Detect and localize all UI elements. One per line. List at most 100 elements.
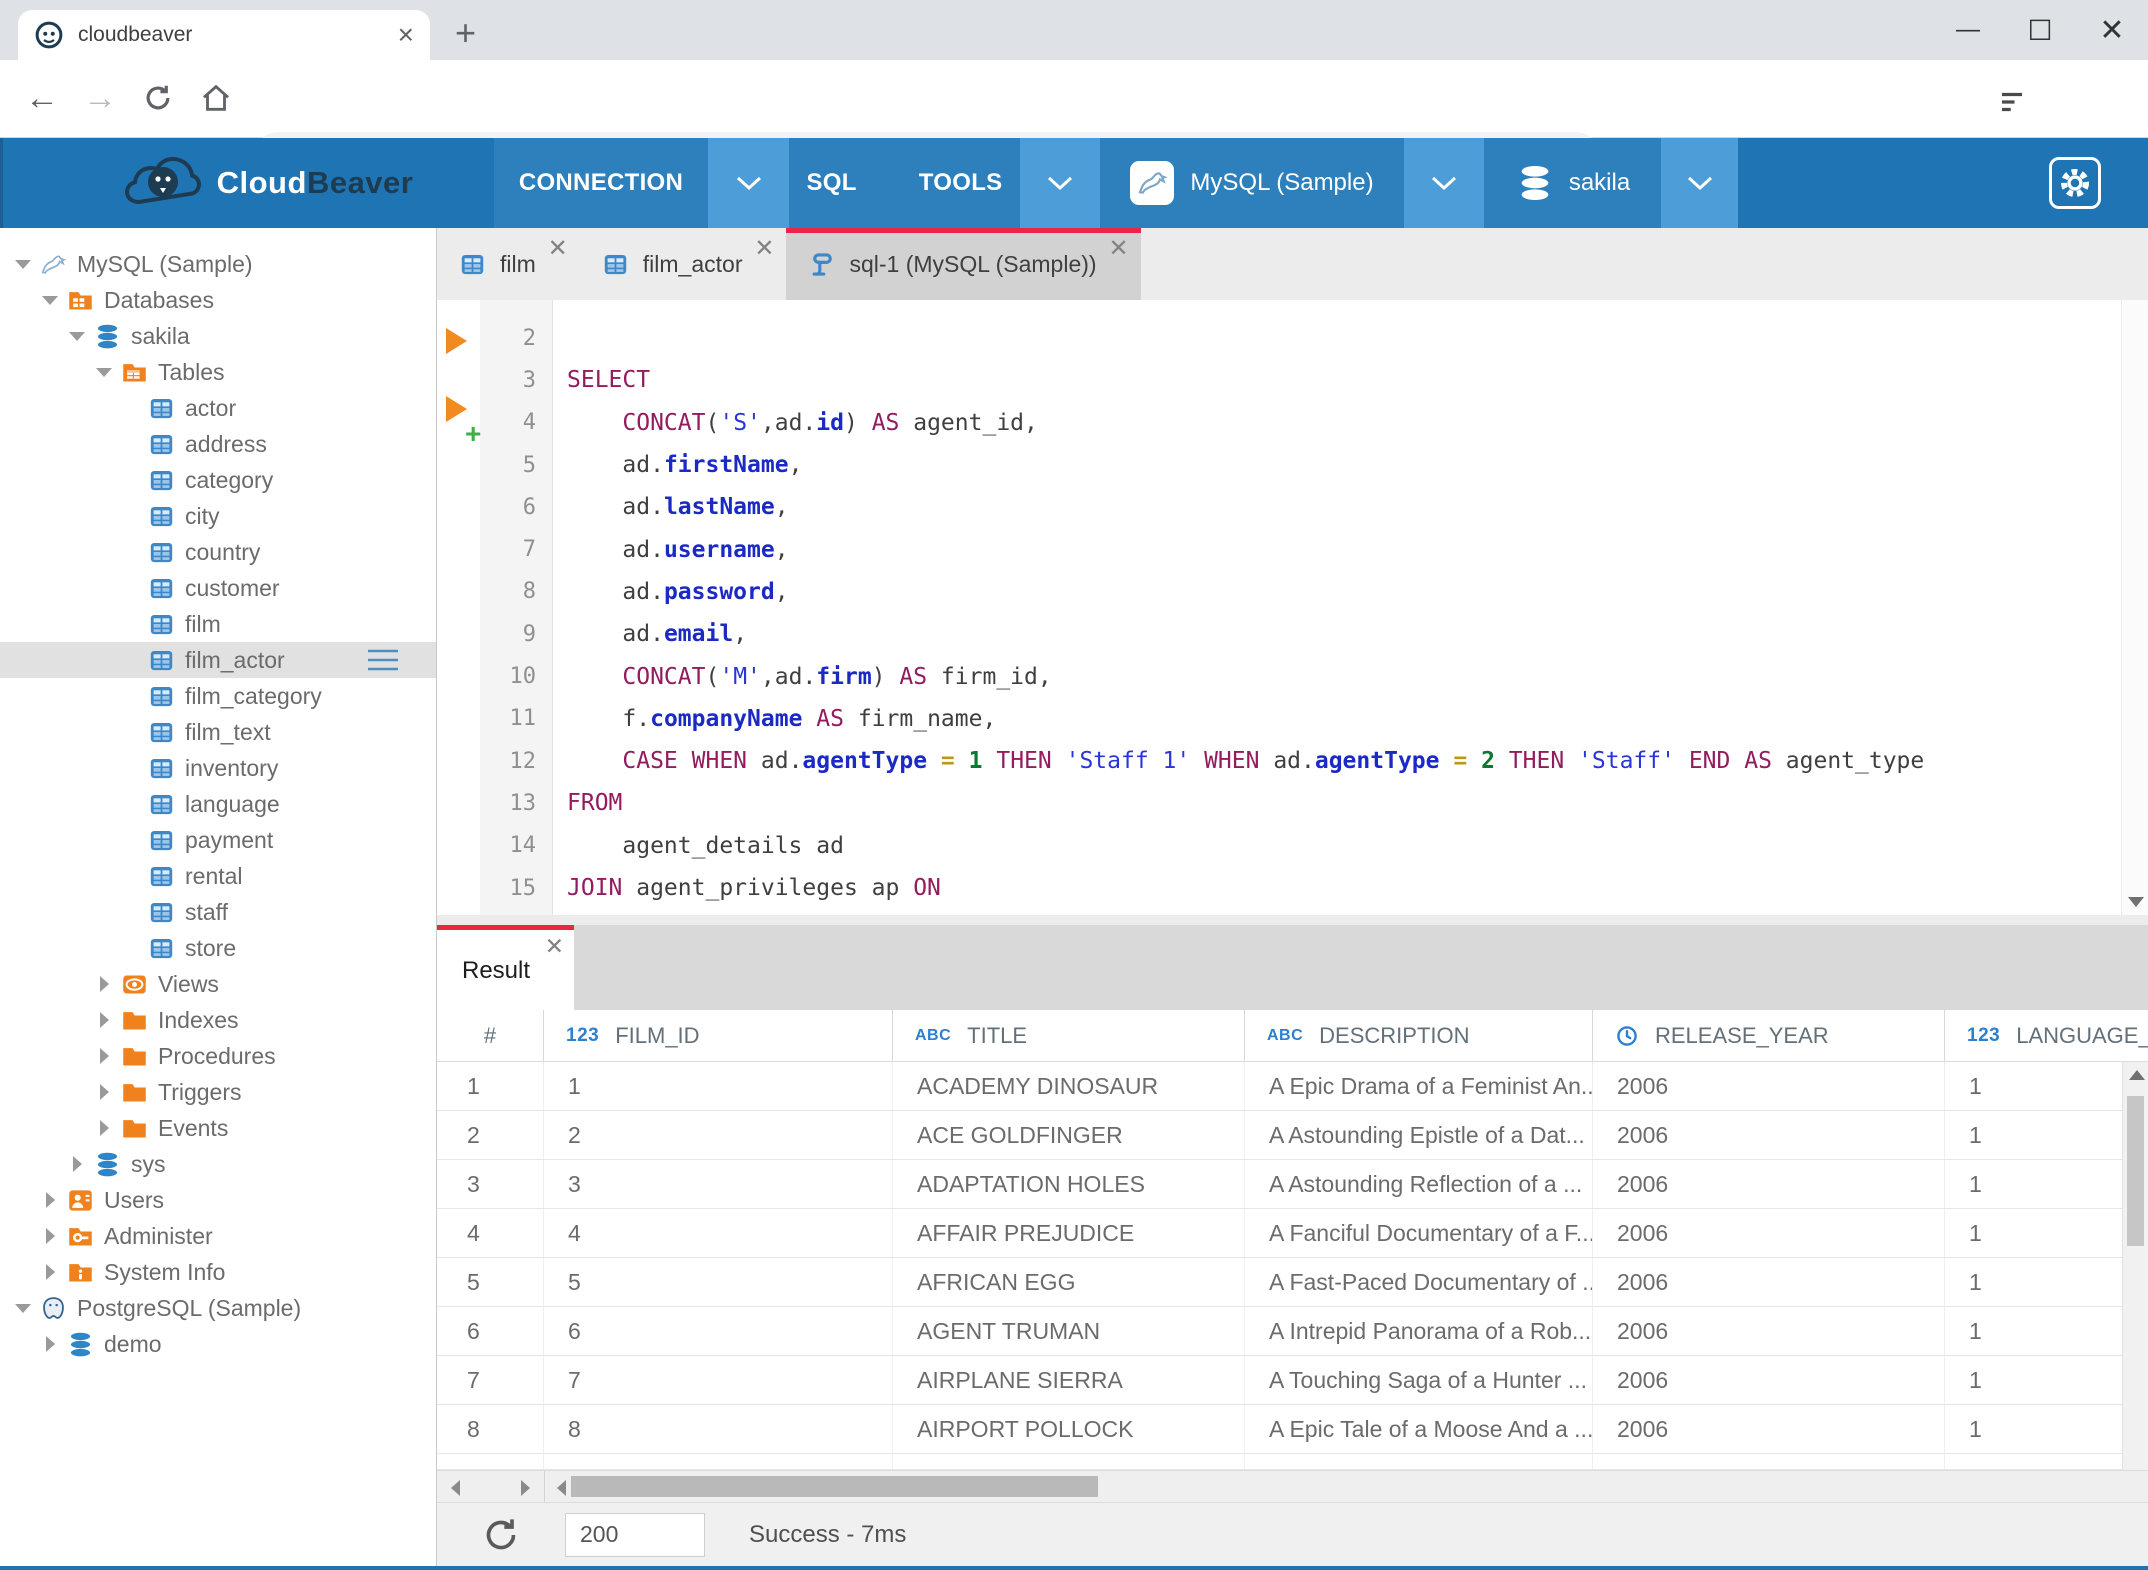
grid-cell[interactable]: 4 <box>437 1209 544 1257</box>
result-tab-close-icon[interactable]: ✕ <box>545 933 564 960</box>
grid-row-1[interactable]: 11ACADEMY DINOSAURA Epic Drama of a Femi… <box>437 1062 2148 1111</box>
tree-item-country[interactable]: country <box>0 534 436 570</box>
code-line-10[interactable]: 10 CONCAT('M',ad.firm) AS firm_id, <box>480 655 2122 697</box>
tree-item-menu-icon[interactable] <box>366 647 400 673</box>
grid-cell[interactable]: 2006 <box>1593 1258 1945 1306</box>
expand-down-icon[interactable] <box>66 332 88 341</box>
expand-right-icon[interactable] <box>39 1192 61 1208</box>
reload-icon[interactable] <box>134 74 182 122</box>
code-line-13[interactable]: 13FROM <box>480 782 2122 824</box>
tree-item-system-info[interactable]: System Info <box>0 1254 436 1290</box>
grid-cell[interactable]: 2 <box>437 1111 544 1159</box>
column-header-language-id[interactable]: 123LANGUAGE_ID <box>1945 1010 2148 1061</box>
grid-cell[interactable]: A Astounding Epistle of a Dat... <box>1245 1111 1593 1159</box>
connection-selector[interactable]: MySQL (Sample) <box>1100 138 1404 228</box>
code-line-7[interactable]: 7 ad.username, <box>480 528 2122 570</box>
code-line-5[interactable]: 5 ad.firstName, <box>480 444 2122 486</box>
expand-right-icon[interactable] <box>39 1228 61 1244</box>
grid-cell[interactable]: 3 <box>437 1160 544 1208</box>
grid-cell[interactable]: 2006 <box>1593 1209 1945 1257</box>
column-header-description[interactable]: ABCDESCRIPTION <box>1245 1010 1593 1061</box>
execute-query-button[interactable] <box>446 328 467 354</box>
grid-cell[interactable]: 1 <box>437 1062 544 1110</box>
tree-item-staff[interactable]: staff <box>0 894 436 930</box>
editor-tab-close-icon[interactable]: ✕ <box>548 234 568 263</box>
tree-item-indexes[interactable]: Indexes <box>0 1002 436 1038</box>
grid-cell[interactable]: 8 <box>437 1405 544 1453</box>
grid-cell[interactable]: 1 <box>1945 1111 2148 1159</box>
code-line-14[interactable]: 14 agent_details ad <box>480 825 2122 867</box>
tree-item-views[interactable]: Views <box>0 966 436 1002</box>
tree-item-address[interactable]: address <box>0 426 436 462</box>
editor-vertical-scrollbar[interactable] <box>2121 300 2148 915</box>
grid-cell[interactable]: 3 <box>544 1160 893 1208</box>
menu-sql[interactable]: SQL <box>807 169 857 197</box>
editor-tab-sql-1-mysql-sample-[interactable]: sql-1 (MySQL (Sample))✕ <box>786 228 1140 300</box>
grid-row-3[interactable]: 33ADAPTATION HOLESA Astounding Reflectio… <box>437 1160 2148 1209</box>
grid-cell[interactable]: 1 <box>1945 1160 2148 1208</box>
tree-item-category[interactable]: category <box>0 462 436 498</box>
grid-cell[interactable]: 2006 <box>1593 1307 1945 1355</box>
editor-tab-film-actor[interactable]: film_actor✕ <box>580 228 787 300</box>
grid-cell[interactable]: AFFAIR PREJUDICE <box>893 1209 1245 1257</box>
menu-connection-dropdown[interactable] <box>708 138 789 228</box>
grid-cell[interactable]: ACADEMY DINOSAUR <box>893 1062 1245 1110</box>
tree-item-procedures[interactable]: Procedures <box>0 1038 436 1074</box>
code-line-15[interactable]: 15JOIN agent_privileges ap ON <box>480 867 2122 909</box>
tree-item-events[interactable]: Events <box>0 1110 436 1146</box>
expand-right-icon[interactable] <box>93 1048 115 1064</box>
menu-tools-dropdown[interactable] <box>1020 138 1100 228</box>
expand-right-icon[interactable] <box>66 1156 88 1172</box>
back-icon[interactable]: ← <box>18 74 66 122</box>
grid-cell[interactable]: 1 <box>1945 1062 2148 1110</box>
expand-down-icon[interactable] <box>12 260 34 269</box>
editor-tab-close-icon[interactable]: ✕ <box>754 234 774 263</box>
grid-cell[interactable]: A Epic Drama of a Feminist An... <box>1245 1062 1593 1110</box>
forward-icon[interactable]: → <box>76 74 124 122</box>
home-icon[interactable] <box>192 74 240 122</box>
editor-tab-close-icon[interactable]: ✕ <box>1108 234 1128 263</box>
tree-item-postgresql-sample-[interactable]: PostgreSQL (Sample) <box>0 1290 436 1326</box>
expand-down-icon[interactable] <box>93 368 115 377</box>
connection-dropdown[interactable] <box>1404 138 1484 228</box>
tree-item-payment[interactable]: payment <box>0 822 436 858</box>
grid-row-7[interactable]: 77AIRPLANE SIERRAA Touching Saga of a Hu… <box>437 1356 2148 1405</box>
scroll-up-arrow-icon[interactable] <box>2129 1070 2145 1080</box>
scroll-down-arrow-icon[interactable] <box>2128 897 2144 907</box>
grid-cell[interactable]: 1 <box>1945 1307 2148 1355</box>
grid-cell[interactable]: 7 <box>437 1356 544 1404</box>
tree-item-tables[interactable]: Tables <box>0 354 436 390</box>
refresh-icon[interactable] <box>481 1515 521 1555</box>
code-line-3[interactable]: 3SELECT <box>480 359 2122 401</box>
editor-tab-film[interactable]: film✕ <box>437 228 580 300</box>
grid-cell[interactable]: 2006 <box>1593 1111 1945 1159</box>
expand-right-icon[interactable] <box>39 1336 61 1352</box>
grid-cell[interactable]: 1 <box>1945 1209 2148 1257</box>
expand-right-icon[interactable] <box>39 1264 61 1280</box>
column-header-film-id[interactable]: 123FILM_ID <box>544 1010 893 1061</box>
code-line-8[interactable]: 8 ad.password, <box>480 571 2122 613</box>
tree-item-customer[interactable]: customer <box>0 570 436 606</box>
execute-new-tab-button[interactable] <box>446 396 467 422</box>
row-limit-input[interactable] <box>565 1513 705 1557</box>
tree-item-triggers[interactable]: Triggers <box>0 1074 436 1110</box>
expand-down-icon[interactable] <box>12 1304 34 1313</box>
expand-right-icon[interactable] <box>93 1012 115 1028</box>
code-line-12[interactable]: 12 CASE WHEN ad.agentType = 1 THEN 'Staf… <box>480 740 2122 782</box>
grid-cell[interactable]: AFRICAN EGG <box>893 1258 1245 1306</box>
column-header-release-year[interactable]: RELEASE_YEAR <box>1593 1010 1945 1061</box>
grid-cell[interactable]: ADAPTATION HOLES <box>893 1160 1245 1208</box>
grid-cell[interactable]: A Fanciful Documentary of a F... <box>1245 1209 1593 1257</box>
tree-item-film[interactable]: film <box>0 606 436 642</box>
grid-cell[interactable]: 1 <box>544 1062 893 1110</box>
tree-item-film-category[interactable]: film_category <box>0 678 436 714</box>
grid-row-5[interactable]: 55AFRICAN EGGA Fast-Paced Documentary of… <box>437 1258 2148 1307</box>
grid-cell[interactable]: A Fast-Paced Documentary of ... <box>1245 1258 1593 1306</box>
grid-cell[interactable]: 4 <box>544 1209 893 1257</box>
tree-item-language[interactable]: language <box>0 786 436 822</box>
grid-cell[interactable]: 1 <box>1945 1405 2148 1453</box>
menu-connection[interactable]: CONNECTION <box>494 138 708 228</box>
scroll-right-arrow-icon[interactable] <box>521 1480 530 1496</box>
scroll-left-arrow-icon[interactable] <box>451 1480 460 1496</box>
settings-button[interactable] <box>2049 157 2101 209</box>
